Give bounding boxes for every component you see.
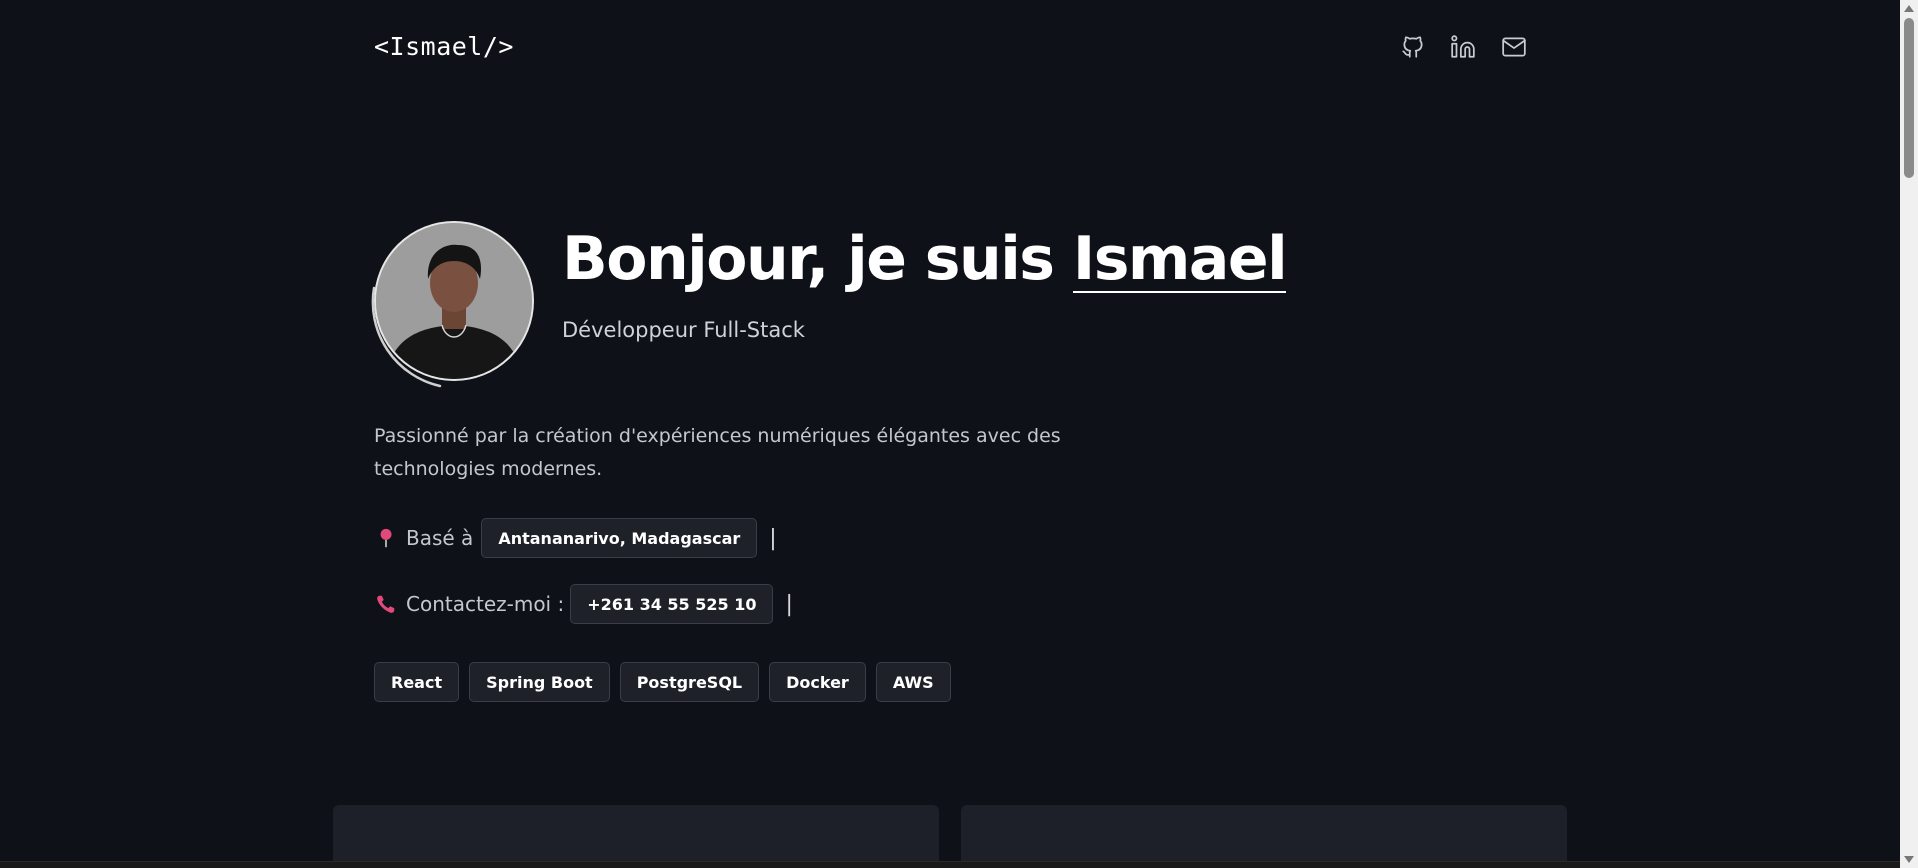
phone-icon <box>374 592 398 616</box>
hero-description: Passionné par la création d'expériences … <box>374 425 1061 480</box>
scroll-up-arrow[interactable] <box>1904 5 1914 12</box>
location-label: Basé à <box>406 526 474 550</box>
scrollbar[interactable] <box>1900 0 1918 868</box>
bottom-bar <box>0 861 1900 868</box>
scroll-down-arrow[interactable] <box>1904 856 1914 863</box>
skills-list: React Spring Boot PostgreSQL Docker AWS <box>374 662 951 702</box>
skill-docker: Docker <box>769 662 866 702</box>
contact-label: Contactez-moi : <box>406 592 565 616</box>
contact-row: Contactez-moi : +261 34 55 525 10 | <box>374 584 793 624</box>
pin-icon <box>374 526 398 550</box>
site-logo[interactable]: <Ismael/> <box>374 32 514 61</box>
location-row: Basé à Antananarivo, Madagascar | <box>374 518 777 558</box>
skill-postgresql: PostgreSQL <box>619 662 760 702</box>
skill-react: React <box>374 662 460 702</box>
phone-chip[interactable]: +261 34 55 525 10 <box>570 584 774 624</box>
project-card[interactable] <box>333 805 939 868</box>
project-card[interactable] <box>961 805 1567 868</box>
typing-caret: | <box>769 525 777 551</box>
linkedin-icon[interactable] <box>1448 32 1478 62</box>
hero-subtitle: Développeur Full-Stack <box>562 318 805 342</box>
typing-caret: | <box>785 591 793 617</box>
avatar-container <box>360 218 540 398</box>
mail-icon[interactable] <box>1499 32 1529 62</box>
profile-photo <box>376 223 532 379</box>
scroll-thumb[interactable] <box>1904 18 1914 178</box>
portfolio-page: <Ismael/> Bonjour, je suis Ismael Dévelo… <box>0 0 1918 868</box>
hero-name: Ismael <box>1072 224 1288 294</box>
skill-spring-boot: Spring Boot <box>469 662 610 702</box>
location-chip: Antananarivo, Madagascar <box>481 518 758 558</box>
github-icon[interactable] <box>1398 32 1428 62</box>
hero-title: Bonjour, je suis Ismael <box>562 224 1288 294</box>
avatar <box>374 221 534 381</box>
greeting-text: Bonjour, je suis <box>562 224 1073 294</box>
skill-aws: AWS <box>875 662 951 702</box>
